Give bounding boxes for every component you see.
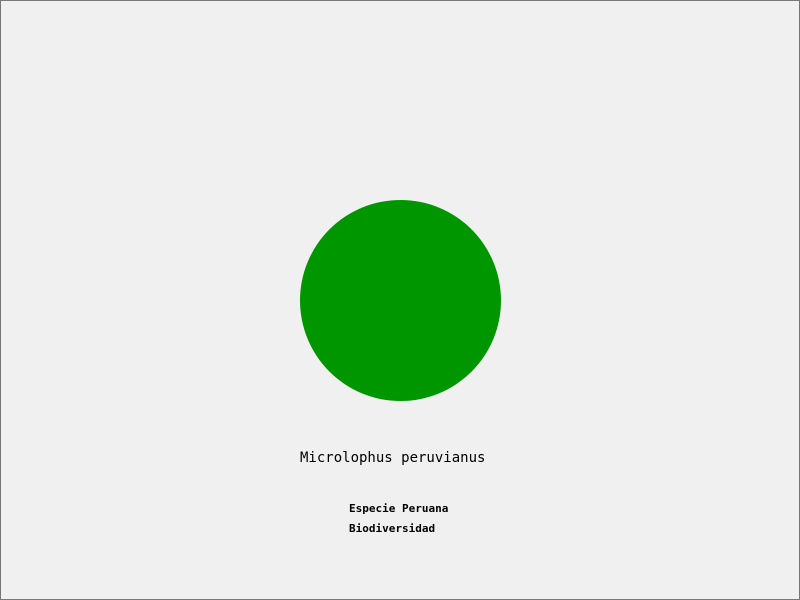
species-circle xyxy=(300,200,501,401)
subtitle-block: Especie Peruana Biodiversidad xyxy=(349,499,448,539)
species-origin-label: Especie Peruana xyxy=(349,502,449,515)
biodiversity-label: Biodiversidad xyxy=(349,522,436,535)
species-name: Microlophus peruvianus xyxy=(300,450,486,466)
